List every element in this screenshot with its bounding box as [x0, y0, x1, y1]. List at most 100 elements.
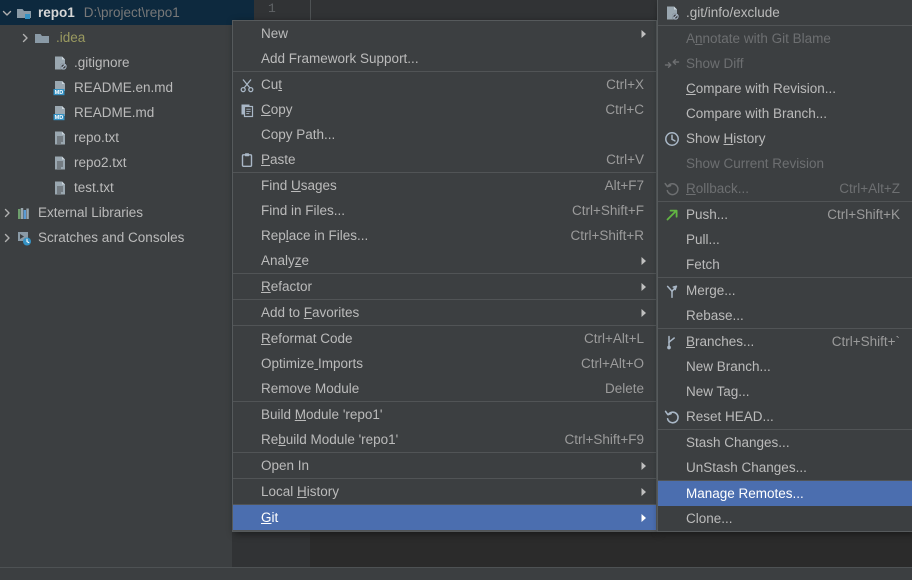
menu-item-shortcut: Ctrl+X [606, 77, 644, 92]
tree-item-label: README.en.md [74, 80, 174, 95]
intellij-window: 1 repo1 D:\project\repo1 .idea .gitignore MD… [0, 0, 912, 580]
svg-text:MD: MD [55, 90, 64, 96]
tree-item-readme-en-md[interactable]: MD README.en.md [0, 75, 232, 100]
menu-item-optimize-imports[interactable]: Optimize Imports Ctrl+Alt+O [233, 351, 656, 376]
menu-item-no-icon [233, 453, 261, 478]
tree-no-arrow [36, 125, 50, 150]
menu-item-git-info-exclude[interactable]: .git/info/exclude [658, 0, 912, 25]
menu-item-manage-remotes[interactable]: Manage Remotes... [658, 481, 912, 506]
paste-icon [233, 147, 261, 172]
menu-item-new-tag[interactable]: New Tag... [658, 379, 912, 404]
menu-item-label: Paste [261, 152, 296, 167]
menu-item-shortcut: Ctrl+Shift+K [827, 207, 900, 222]
menu-item-label: Show Diff [686, 56, 744, 71]
menu-item-reset-head[interactable]: Reset HEAD... [658, 404, 912, 429]
submenu-arrow-icon [638, 453, 650, 478]
menu-item-new-branch[interactable]: New Branch... [658, 354, 912, 379]
chevron-down-icon[interactable] [0, 0, 14, 25]
menu-item-label: Reset HEAD... [686, 409, 774, 424]
menu-item-copy[interactable]: Copy Ctrl+C [233, 97, 656, 122]
submenu-arrow-icon [638, 274, 650, 299]
menu-item-label: Push... [686, 207, 729, 222]
menu-item-annotate-with-git-blame: Annotate with Git Blame [658, 26, 912, 51]
menu-item-paste[interactable]: Paste Ctrl+V [233, 147, 656, 172]
menu-item-branches[interactable]: Branches... Ctrl+Shift+` [658, 329, 912, 354]
menu-item-clone[interactable]: Clone... [658, 506, 912, 531]
tree-item-repo1[interactable]: repo1 D:\project\repo1 [0, 0, 232, 25]
menu-item-replace-in-files[interactable]: Replace in Files... Ctrl+Shift+R [233, 223, 656, 248]
menu-item-shortcut: Ctrl+Shift+F [571, 203, 644, 218]
chevron-right-icon[interactable] [0, 200, 14, 225]
tree-item-label: test.txt [74, 180, 114, 195]
menu-item-find-usages[interactable]: Find Usages Alt+F7 [233, 173, 656, 198]
chevron-right-icon[interactable] [0, 225, 14, 250]
chevron-right-icon[interactable] [18, 25, 32, 50]
submenu-arrow-icon [638, 248, 650, 273]
tree-item-gitignore[interactable]: .gitignore [0, 50, 232, 75]
project-context-menu[interactable]: New Add Framework Support... Cut Ctrl+X Copy… [232, 20, 657, 532]
menu-item-label: Replace in Files... [261, 228, 369, 243]
menu-item-no-icon [233, 21, 261, 46]
menu-item-analyze[interactable]: Analyze [233, 248, 656, 273]
menu-item-shortcut: Ctrl+Shift+R [570, 228, 644, 243]
menu-item-refactor[interactable]: Refactor [233, 274, 656, 299]
menu-item-label: New [261, 26, 289, 41]
project-tool-window[interactable]: repo1 D:\project\repo1 .idea .gitignore MD RE… [0, 0, 232, 567]
menu-item-label: Rollback... [686, 181, 750, 196]
git-submenu[interactable]: .git/info/exclude Annotate with Git Blame… [657, 0, 912, 532]
menu-item-no-icon [658, 506, 686, 531]
menu-item-rebase[interactable]: Rebase... [658, 303, 912, 328]
menu-item-no-icon [233, 223, 261, 248]
tree-item-scratches-and-consoles[interactable]: Scratches and Consoles [0, 225, 232, 250]
tree-item-repo2-txt[interactable]: repo2.txt [0, 150, 232, 175]
menu-item-build-module-repo1[interactable]: Build Module 'repo1' [233, 402, 656, 427]
tree-item-label: repo1 [38, 5, 75, 20]
menu-item-shortcut: Ctrl+Shift+` [831, 334, 900, 349]
menu-item-push[interactable]: Push... Ctrl+Shift+K [658, 202, 912, 227]
submenu-arrow-icon [638, 21, 650, 46]
menu-item-unstash-changes[interactable]: UnStash Changes... [658, 455, 912, 480]
submenu-arrow-icon [638, 505, 650, 530]
menu-item-add-framework-support[interactable]: Add Framework Support... [233, 46, 656, 71]
menu-item-shortcut: Ctrl+V [606, 152, 644, 167]
menu-item-cut[interactable]: Cut Ctrl+X [233, 72, 656, 97]
tree-item-test-txt[interactable]: test.txt [0, 175, 232, 200]
external-libraries-icon [14, 200, 34, 225]
menu-item-no-icon [233, 427, 261, 452]
tree-item-readme-md[interactable]: MD README.md [0, 100, 232, 125]
menu-item-git[interactable]: Git [233, 505, 656, 530]
menu-item-rebuild-module-repo1[interactable]: Rebuild Module 'repo1' Ctrl+Shift+F9 [233, 427, 656, 452]
menu-item-new[interactable]: New [233, 21, 656, 46]
tree-item-label: External Libraries [38, 205, 144, 220]
menu-item-show-history[interactable]: Show History [658, 126, 912, 151]
gitignore-file-icon [50, 50, 70, 75]
menu-item-pull[interactable]: Pull... [658, 227, 912, 252]
menu-item-reformat-code[interactable]: Reformat Code Ctrl+Alt+L [233, 326, 656, 351]
tree-item-idea[interactable]: .idea [0, 25, 232, 50]
markdown-file-icon: MD [50, 75, 70, 100]
menu-item-merge[interactable]: Merge... [658, 278, 912, 303]
tree-no-arrow [36, 75, 50, 100]
menu-item-label: Find in Files... [261, 203, 346, 218]
menu-item-remove-module[interactable]: Remove Module Delete [233, 376, 656, 401]
menu-item-open-in[interactable]: Open In [233, 453, 656, 478]
tree-item-label: repo2.txt [74, 155, 127, 170]
menu-item-shortcut: Ctrl+Shift+F9 [564, 432, 644, 447]
menu-item-add-to-favorites[interactable]: Add to Favorites [233, 300, 656, 325]
tree-item-external-libraries[interactable]: External Libraries [0, 200, 232, 225]
menu-item-compare-with-branch[interactable]: Compare with Branch... [658, 101, 912, 126]
menu-item-copy-path[interactable]: Copy Path... [233, 122, 656, 147]
menu-item-fetch[interactable]: Fetch [658, 252, 912, 277]
menu-item-find-in-files[interactable]: Find in Files... Ctrl+Shift+F [233, 198, 656, 223]
menu-item-compare-with-revision[interactable]: Compare with Revision... [658, 76, 912, 101]
menu-item-local-history[interactable]: Local History [233, 479, 656, 504]
menu-separator [233, 530, 656, 531]
menu-item-stash-changes[interactable]: Stash Changes... [658, 430, 912, 455]
tree-no-arrow [36, 150, 50, 175]
menu-item-label: Reformat Code [261, 331, 353, 346]
text-file-icon [50, 150, 70, 175]
tree-item-repo-txt[interactable]: repo.txt [0, 125, 232, 150]
show-diff-icon [658, 51, 686, 76]
